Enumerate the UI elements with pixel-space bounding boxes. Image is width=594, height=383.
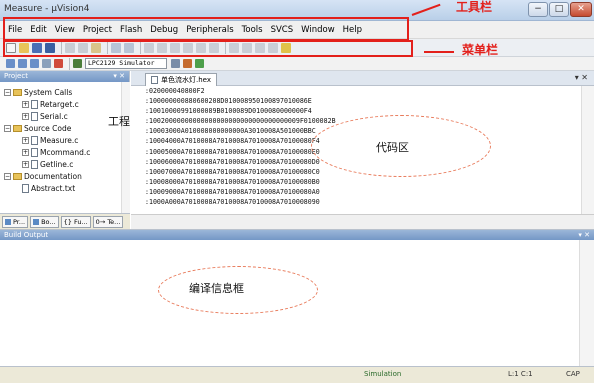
- project-pane-tabs: Pr... Bo... {} Fu... 0→ Te...: [0, 213, 130, 229]
- build-output-scrollbar[interactable]: [579, 240, 594, 367]
- tree-item-label: System Calls: [24, 88, 73, 97]
- tab-functions[interactable]: {} Fu...: [60, 215, 91, 228]
- minimize-button[interactable]: −: [528, 2, 548, 17]
- tab-label: Bo...: [41, 217, 56, 226]
- editor-hscrollbar[interactable]: [131, 214, 594, 229]
- project-scrollbar[interactable]: [121, 82, 130, 213]
- project-pane: Project ▾ ✕ − System Calls + Retarget.c + S…: [0, 71, 141, 229]
- tree-file-abstract[interactable]: Abstract.txt: [22, 183, 75, 194]
- books-tab-icon: [33, 218, 40, 225]
- editor-close-icon[interactable]: ▾ ✕: [575, 73, 588, 82]
- target-options-icon[interactable]: [171, 59, 180, 68]
- code-line[interactable]: :020000040800F2: [145, 86, 581, 96]
- status-caps: CAP: [566, 370, 580, 378]
- editor-pane: 单色流水灯.hex ▾ ✕ :020000040800F2:1000000008…: [131, 71, 594, 229]
- project-tree: − System Calls + Retarget.c + Serial.c − Sou…: [0, 82, 122, 209]
- status-bar: Simulation L:1 C:1 CAP: [0, 366, 594, 383]
- tab-templates[interactable]: 0→ Te...: [92, 215, 124, 228]
- tab-books[interactable]: Bo...: [30, 215, 59, 228]
- tree-item-label: Serial.c: [40, 112, 68, 121]
- stop-build-icon[interactable]: [54, 59, 63, 68]
- expand-icon[interactable]: +: [22, 161, 29, 168]
- tree-file-serial[interactable]: + Serial.c: [22, 111, 68, 122]
- status-mode: Simulation: [364, 370, 402, 378]
- collapse-icon[interactable]: −: [4, 125, 11, 132]
- hex-file-icon: [151, 76, 158, 84]
- tab-label: 0→ Te...: [95, 217, 121, 226]
- toolbar-separator: [69, 57, 70, 70]
- code-line[interactable]: :10008000A7010008A7010008A7010008A701000…: [145, 177, 581, 187]
- expand-icon[interactable]: +: [22, 113, 29, 120]
- menubar-highlight-box: [3, 17, 409, 41]
- c-file-icon: [31, 148, 38, 157]
- window-title: Measure - µVision4: [4, 4, 90, 14]
- tab-label: {} Fu...: [63, 217, 88, 226]
- code-line[interactable]: :10010000991000089B0100089D0100080000000…: [145, 106, 581, 116]
- editor-tab-label: 单色流水灯.hex: [161, 75, 211, 84]
- tree-item-label: Documentation: [24, 172, 82, 181]
- tree-folder-documentation[interactable]: − Documentation: [4, 171, 82, 182]
- build-output-pane: Build Output ▾ ✕ 编译信息框: [0, 229, 594, 367]
- expand-icon[interactable]: +: [22, 101, 29, 108]
- c-file-icon: [31, 112, 38, 121]
- build-icon[interactable]: [18, 59, 27, 68]
- pane-close-icon[interactable]: ▾ ✕: [113, 71, 125, 82]
- tree-file-measure[interactable]: + Measure.c: [22, 135, 78, 146]
- project-pane-header: Project ▾ ✕: [0, 71, 129, 82]
- tree-item-label: Retarget.c: [40, 100, 79, 109]
- collapse-icon[interactable]: −: [4, 173, 11, 180]
- close-button[interactable]: ✕: [570, 2, 592, 17]
- tree-item-label: Mcommand.c: [40, 148, 91, 157]
- build-toolbar: LPC2129 Simulator: [0, 57, 594, 71]
- c-file-icon: [31, 160, 38, 169]
- c-file-icon: [31, 100, 38, 109]
- tree-item-label: Measure.c: [40, 136, 79, 145]
- tree-folder-source-code[interactable]: − Source Code: [4, 123, 71, 134]
- toolbar-annotation-arrow: [424, 51, 454, 53]
- build-area-label: 编译信息框: [189, 282, 244, 295]
- build-output-title: Build Output: [4, 231, 49, 239]
- select-packs-icon[interactable]: [195, 59, 204, 68]
- tab-label: Pr...: [13, 217, 26, 226]
- tree-file-retarget[interactable]: + Retarget.c: [22, 99, 79, 110]
- tree-file-mcommand[interactable]: + Mcommand.c: [22, 147, 90, 158]
- status-position: L:1 C:1: [508, 370, 533, 378]
- code-line[interactable]: :10009000A7010008A7010008A7010008A701000…: [145, 187, 581, 197]
- editor-tab-strip: 单色流水灯.hex ▾ ✕: [131, 71, 594, 86]
- toolbar-highlight-box: [3, 40, 413, 57]
- c-file-icon: [31, 136, 38, 145]
- translate-icon[interactable]: [6, 59, 15, 68]
- tree-item-label: Abstract.txt: [31, 184, 76, 193]
- code-area-label: 代码区: [376, 141, 409, 154]
- batch-build-icon[interactable]: [42, 59, 51, 68]
- download-icon[interactable]: [73, 59, 82, 68]
- build-output-header: Build Output ▾ ✕: [0, 230, 594, 240]
- folder-icon: [13, 89, 22, 96]
- text-file-icon: [22, 184, 29, 193]
- tree-item-label: Getline.c: [40, 160, 74, 169]
- project-tab-icon: [5, 218, 11, 225]
- expand-icon[interactable]: +: [22, 137, 29, 144]
- rebuild-icon[interactable]: [30, 59, 39, 68]
- project-pane-title: Project: [4, 72, 28, 80]
- folder-icon: [13, 173, 22, 180]
- manage-components-icon[interactable]: [183, 59, 192, 68]
- code-line[interactable]: :1000A000A7010008A7010008A7010008A701000…: [145, 197, 581, 207]
- tree-file-getline[interactable]: + Getline.c: [22, 159, 73, 170]
- editor-vscrollbar[interactable]: [581, 86, 594, 214]
- collapse-icon[interactable]: −: [4, 89, 11, 96]
- expand-icon[interactable]: +: [22, 149, 29, 156]
- maximize-button[interactable]: □: [549, 2, 569, 17]
- pane-close-icon[interactable]: ▾ ✕: [578, 230, 590, 240]
- toolbar-annotation-label: 菜单栏: [462, 43, 499, 57]
- folder-icon: [13, 125, 22, 132]
- tree-folder-system-calls[interactable]: − System Calls: [4, 87, 72, 98]
- code-line[interactable]: :100000000880600208D01000895010089701008…: [145, 96, 581, 106]
- menubar-annotation-label: 工具栏: [456, 0, 493, 14]
- tree-item-label: Source Code: [24, 124, 72, 133]
- editor-tab-hex[interactable]: 单色流水灯.hex: [145, 73, 217, 86]
- target-select[interactable]: LPC2129 Simulator: [85, 58, 167, 69]
- tab-project[interactable]: Pr...: [2, 215, 29, 228]
